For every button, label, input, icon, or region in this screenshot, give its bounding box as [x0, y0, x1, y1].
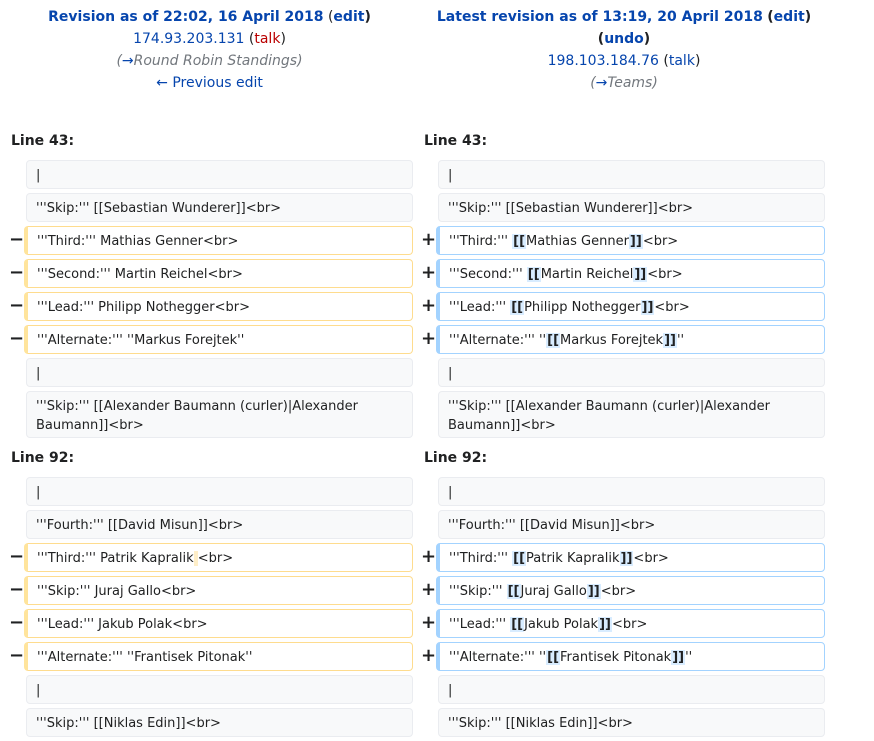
old-revision-link[interactable]: Revision as of 22:02, 16 April 2018: [48, 9, 323, 25]
old-user-link[interactable]: 174.93.203.131: [133, 31, 244, 47]
context-line-left: '''Skip:''' [[Sebastian Wunderer]]<br>: [26, 193, 413, 222]
old-summary-arrow-link[interactable]: →: [122, 53, 134, 69]
new-edit-link[interactable]: edit: [774, 9, 805, 25]
added-line: '''Lead:''' [[Jakub Polak]]<br>: [436, 609, 825, 638]
added-line: '''Skip:''' [[Juraj Gallo]]<br>: [436, 576, 825, 605]
plus-marker: +: [421, 295, 437, 316]
context-line-right: '''Skip:''' [[Sebastian Wunderer]]<br>: [438, 193, 825, 222]
line-number-right: Line 92:: [424, 450, 488, 466]
new-user-link[interactable]: 198.103.184.76: [548, 53, 659, 69]
context-line-left: |: [26, 358, 413, 387]
plus-marker: +: [421, 229, 437, 250]
context-line-right: |: [438, 358, 825, 387]
minus-marker: −: [9, 262, 25, 283]
context-line-right: |: [438, 477, 825, 506]
previous-edit-link[interactable]: ← Previous edit: [156, 75, 263, 91]
minus-marker: −: [9, 295, 25, 316]
context-line-left: '''Fourth:''' [[David Misun]]<br>: [26, 510, 413, 539]
deleted-line: '''Alternate:''' ''Frantisek Pitonak'': [24, 642, 413, 671]
context-line-left: '''Skip:''' [[Niklas Edin]]<br>: [26, 708, 413, 737]
plus-marker: +: [421, 612, 437, 633]
context-line-left: |: [26, 477, 413, 506]
deleted-line: '''Skip:''' Juraj Gallo<br>: [24, 576, 413, 605]
undo-link[interactable]: undo: [604, 31, 644, 47]
line-number-left: Line 43:: [11, 133, 75, 149]
minus-marker: −: [9, 328, 25, 349]
plus-marker: +: [421, 579, 437, 600]
context-line-right: |: [438, 675, 825, 704]
added-line: '''Alternate:''' ''[[Markus Forejtek]]'': [436, 325, 825, 354]
deleted-line: '''Second:''' Martin Reichel<br>: [24, 259, 413, 288]
deleted-line: '''Lead:''' Philipp Nothegger<br>: [24, 292, 413, 321]
new-revision-link[interactable]: Latest revision as of 13:19, 20 April 20…: [437, 9, 763, 25]
context-line-right: '''Fourth:''' [[David Misun]]<br>: [438, 510, 825, 539]
old-talk-link[interactable]: talk: [254, 31, 280, 47]
deleted-line: '''Alternate:''' ''Markus Forejtek'': [24, 325, 413, 354]
context-line-left: '''Skip:''' [[Alexander Baumann (curler)…: [26, 391, 413, 438]
plus-marker: +: [421, 262, 437, 283]
new-edit-summary: (→Teams): [590, 75, 658, 91]
new-summary-arrow-link[interactable]: →: [596, 75, 608, 91]
context-line-left: |: [26, 160, 413, 189]
old-edit-summary: (→Round Robin Standings): [116, 53, 303, 69]
deleted-line: '''Lead:''' Jakub Polak<br>: [24, 609, 413, 638]
minus-marker: −: [9, 546, 25, 567]
minus-marker: −: [9, 579, 25, 600]
plus-marker: +: [421, 546, 437, 567]
context-line-right: '''Skip:''' [[Alexander Baumann (curler)…: [438, 391, 825, 438]
new-revision-header: Latest revision as of 13:19, 20 April 20…: [421, 6, 827, 94]
added-line: '''Third:''' [[Mathias Genner]]<br>: [436, 226, 825, 255]
line-number-right: Line 43:: [424, 133, 488, 149]
plus-marker: +: [421, 328, 437, 349]
deleted-line: '''Third:''' Mathias Genner<br>: [24, 226, 413, 255]
added-line: '''Alternate:''' ''[[Frantisek Pitonak]]…: [436, 642, 825, 671]
plus-marker: +: [421, 645, 437, 666]
minus-marker: −: [9, 645, 25, 666]
minus-marker: −: [9, 612, 25, 633]
old-edit-link[interactable]: edit: [333, 9, 364, 25]
context-line-left: |: [26, 675, 413, 704]
new-talk-link[interactable]: talk: [669, 53, 695, 69]
added-line: '''Second:''' [[Martin Reichel]]<br>: [436, 259, 825, 288]
added-line: '''Third:''' [[Patrik Kapralik]]<br>: [436, 543, 825, 572]
minus-marker: −: [9, 229, 25, 250]
deleted-line: '''Third:''' Patrik Kapralik <br>: [24, 543, 413, 572]
added-line: '''Lead:''' [[Philipp Nothegger]]<br>: [436, 292, 825, 321]
context-line-right: |: [438, 160, 825, 189]
old-revision-header: Revision as of 22:02, 16 April 2018 (edi…: [9, 6, 410, 94]
context-line-right: '''Skip:''' [[Niklas Edin]]<br>: [438, 708, 825, 737]
line-number-left: Line 92:: [11, 450, 75, 466]
